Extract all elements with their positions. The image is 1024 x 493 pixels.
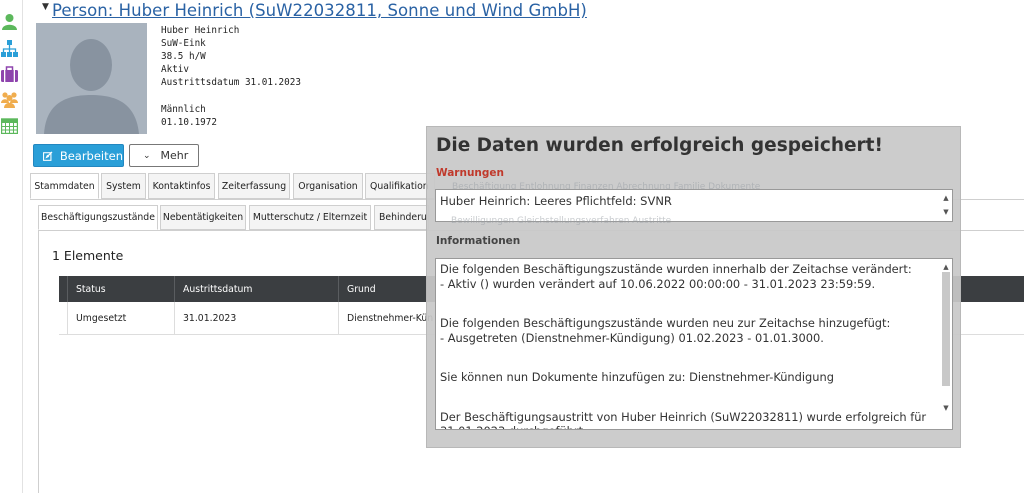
more-button[interactable]: ⌄ Mehr [129, 144, 199, 167]
tab-kontaktinfos[interactable]: Kontaktinfos [148, 173, 215, 199]
rail-divider [22, 0, 23, 493]
cell-grund: Dienstnehmer-Kündi [338, 302, 433, 335]
person-birthdate: 01.10.1972 [161, 117, 217, 128]
warnings-scrollbar[interactable]: ▲ ▼ [941, 191, 951, 220]
scroll-up-icon[interactable]: ▲ [941, 193, 951, 203]
scroll-up-icon[interactable]: ▲ [941, 262, 951, 272]
tab-system[interactable]: System [101, 173, 146, 199]
information-label: Informationen [436, 235, 521, 247]
group-icon[interactable] [1, 91, 18, 108]
scroll-down-icon[interactable]: ▼ [941, 207, 951, 217]
column-status[interactable]: Status [67, 276, 174, 302]
person-icon[interactable] [1, 13, 18, 30]
person-hours: 38.5 h/W [161, 51, 206, 62]
chevron-down-icon: ⌄ [143, 150, 151, 161]
element-count: 1 Elemente [52, 248, 124, 263]
edit-button-label: Bearbeiten [59, 148, 123, 163]
information-scrollbar[interactable]: ▲ ▼ [941, 260, 951, 428]
column-austrittsdatum[interactable]: Austrittsdatum [174, 276, 338, 302]
cell-status: Umgesetzt [67, 302, 174, 335]
more-button-label: Mehr [160, 149, 189, 162]
tab-stammdaten[interactable]: Stammdaten [30, 173, 99, 199]
info-paragraph: Die folgenden Beschäftigungszustände wur… [440, 316, 891, 345]
dialog-title: Die Daten wurden erfolgreich gespeichert… [436, 135, 883, 156]
icon-rail [0, 0, 20, 493]
edit-button[interactable]: Bearbeiten [33, 144, 124, 167]
person-exit-date: Austrittsdatum 31.01.2023 [161, 77, 301, 88]
tab-beschaeftigungszustaende[interactable]: Beschäftigungszustände [38, 205, 158, 230]
edit-icon [43, 150, 53, 161]
scrollbar-thumb[interactable] [942, 272, 950, 386]
info-paragraph: Die folgenden Beschäftigungszustände wur… [440, 262, 912, 291]
org-chart-icon[interactable] [1, 40, 18, 57]
tab-behinderung[interactable]: Behinderu [374, 205, 429, 230]
avatar [36, 23, 147, 134]
tab-organisation[interactable]: Organisation [293, 173, 363, 199]
information-textarea[interactable]: Die folgenden Beschäftigungszustände wur… [435, 258, 953, 430]
info-paragraph: Sie können nun Dokumente hinzufügen zu: … [440, 370, 834, 384]
warnings-text: Huber Heinrich: Leeres Pflichtfeld: SVNR [440, 194, 672, 208]
tab-qualifikation[interactable]: Qualifikation [365, 173, 435, 199]
person-department: SuW-Eink [161, 38, 206, 49]
warnings-label: Warnungen [436, 167, 505, 179]
cell-austrittsdatum: 31.01.2023 [174, 302, 338, 335]
calendar-icon[interactable] [1, 117, 18, 134]
tab-mutterschutz-elternzeit[interactable]: Mutterschutz / Elternzeit [249, 205, 371, 230]
tab-zeiterfassung[interactable]: Zeiterfassung [218, 173, 290, 199]
tab-nebentaetigkeiten[interactable]: Nebentätigkeiten [160, 205, 246, 230]
person-title-link[interactable]: Person: Huber Heinrich (SuW22032811, Son… [52, 1, 587, 20]
person-name: Huber Heinrich [161, 25, 240, 36]
save-result-dialog[interactable]: Die Daten wurden erfolgreich gespeichert… [426, 126, 961, 448]
background-subtabs-ghost: Bewilligungen Gleichstellungsverfahren A… [451, 216, 672, 226]
person-gender: Männlich [161, 104, 206, 115]
person-status: Aktiv [161, 64, 189, 75]
briefcase-icon[interactable] [1, 66, 18, 83]
scroll-down-icon[interactable]: ▼ [941, 403, 951, 413]
collapse-caret-icon[interactable]: ▼ [42, 2, 49, 12]
info-paragraph: Der Beschäftigungsaustritt von Huber Hei… [440, 409, 927, 430]
